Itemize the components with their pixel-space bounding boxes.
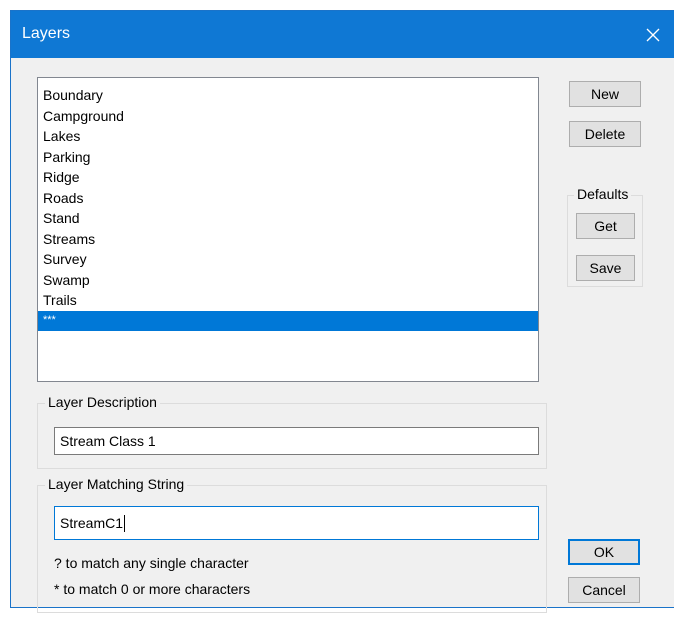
save-defaults-button[interactable]: Save [576,255,635,281]
list-item[interactable]: Lakes [38,126,538,147]
single-char-hint: ? to match any single character [54,555,249,571]
dialog-title: Layers [22,25,71,42]
defaults-group-label: Defaults [574,186,632,202]
title-bar[interactable]: Layers [11,11,674,58]
list-item[interactable]: Boundary [38,85,538,106]
get-defaults-button[interactable]: Get [576,213,635,239]
layers-listbox[interactable]: Boundary Campground Lakes Parking Ridge Roads… [37,77,539,382]
multi-char-hint: * to match 0 or more characters [54,581,251,597]
layer-matching-value: StreamC1 [60,515,124,531]
list-item[interactable]: Parking [38,147,538,168]
layer-matching-label: Layer Matching String [45,476,188,492]
close-icon [646,28,660,41]
list-item[interactable]: Roads [38,188,538,209]
list-item[interactable]: Campground [38,106,538,127]
text-caret [124,514,126,532]
layer-description-value: Stream Class 1 [60,433,156,449]
list-item[interactable]: Survey [38,249,538,270]
layers-dialog: Layers Boundary Campground Lakes Parking Rid… [10,10,674,613]
layer-matching-field[interactable]: StreamC1 [54,506,539,540]
ok-button[interactable]: OK [568,539,640,565]
close-button[interactable] [630,11,674,58]
layer-description-label: Layer Description [45,394,160,410]
list-item[interactable]: *** [38,310,538,331]
list-item[interactable]: Stand [38,208,538,229]
list-item[interactable]: Streams [38,229,538,250]
new-button[interactable]: New [569,81,641,107]
list-item[interactable]: Ridge [38,167,538,188]
list-item[interactable]: Swamp [38,270,538,291]
delete-button[interactable]: Delete [569,121,641,147]
list-item[interactable]: Trails [38,290,538,311]
layer-description-field[interactable]: Stream Class 1 [54,427,539,455]
cancel-button[interactable]: Cancel [568,577,640,603]
